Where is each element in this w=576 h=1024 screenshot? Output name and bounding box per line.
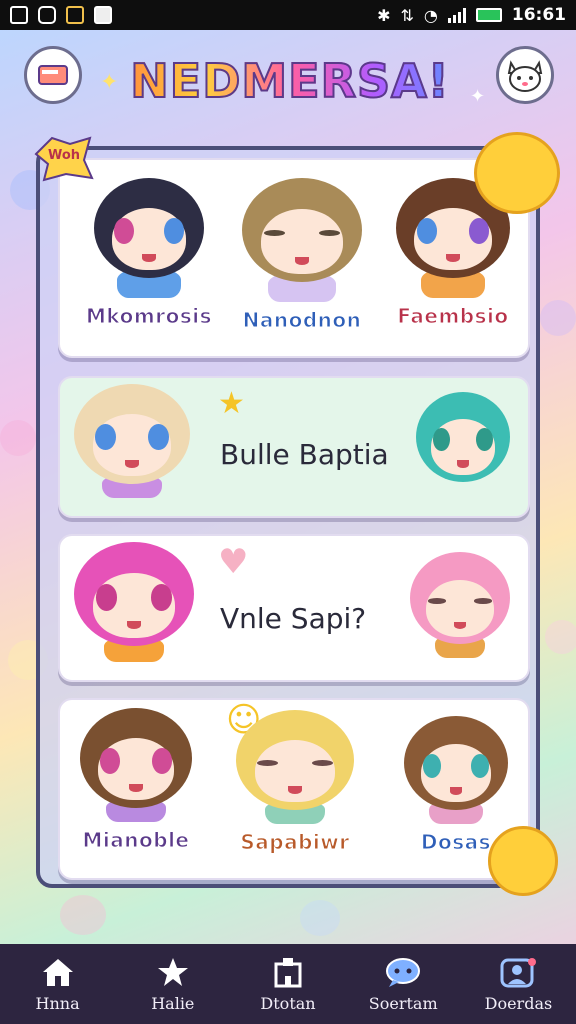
data-icon: ⇅ [400,5,414,25]
battery-icon [475,8,502,22]
character-card[interactable]: Mianoble ☺ Sapabiwr Dosas [58,698,530,880]
wifi-icon: ◔ [423,5,438,25]
character-name: Nanodnon [242,308,362,333]
nav-item-favorites[interactable]: Halie [115,944,230,1024]
chat-icon [386,957,421,987]
nav-item-chat[interactable]: Soertam [346,944,461,1024]
character-avatar [74,542,194,646]
phrase-text: Vnle Sapi? [220,602,367,635]
profile-cat-button[interactable] [496,46,554,104]
phrase-card[interactable]: ♥ Vnle Sapi? [58,534,530,682]
home-icon [42,958,73,986]
nav-item-home[interactable]: Hnna [0,944,115,1024]
character-name: Faembsio [397,304,509,329]
app-title: NEDMERSA! [120,53,460,109]
star-icon [157,957,188,986]
phrase-card[interactable]: ★ Bulle Baptia [58,376,530,518]
character-item[interactable] [74,384,190,498]
signal-icon [447,7,466,23]
status-time: 16:61 [511,5,566,25]
sparkle-icon: ✦ [100,70,119,95]
character-item[interactable]: Nanodnon [242,178,362,333]
nav-label: Hnna [35,993,80,1013]
character-card[interactable]: Mkomrosis Nanodnon Faembsio [58,158,530,358]
character-avatar [242,178,362,282]
character-avatar [410,552,510,644]
nav-label: Dtotan [260,993,316,1013]
message-icon [94,6,112,24]
character-avatar [404,716,508,810]
sparkle-icon: ✦ [470,86,486,107]
ticket-icon [38,65,68,85]
bottom-navigation: Hnna Halie Dtotan Soertam Doerdas [0,944,576,1024]
character-item[interactable]: Mkomrosis [85,178,213,329]
character-item[interactable] [416,392,510,482]
character-item[interactable] [74,542,194,662]
character-name: Mianoble [82,828,190,853]
heart-eyes-emoji-icon [474,132,560,214]
badge-text: Woh [48,148,81,163]
character-item[interactable]: Dosas [404,716,508,855]
nav-item-profile[interactable]: Doerdas [461,944,576,1024]
nav-label: Soertam [368,993,438,1013]
smiley-emoji-icon [488,826,558,896]
nav-label: Halie [151,993,195,1013]
status-bar: ✱ ⇅ ◔ 16:61 [0,0,576,30]
heart-icon: ♥ [218,542,249,582]
character-avatar [80,708,192,808]
character-item[interactable]: Sapabiwr [236,710,354,855]
phrase-text: Bulle Baptia [220,438,389,471]
gallery-icon [10,6,28,24]
character-item[interactable] [410,552,510,658]
profile-icon [500,957,537,987]
character-avatar [94,178,204,278]
character-avatar [236,710,354,810]
character-avatar [74,384,190,484]
menu-button[interactable] [24,46,82,104]
cat-face-icon [507,60,543,92]
character-panel: Mkomrosis Nanodnon Faembsio ★ Bulle Bapt… [36,146,540,888]
app-icon [38,6,56,24]
nav-label: Doerdas [484,993,553,1013]
star-icon: ★ [218,386,245,421]
nav-item-store[interactable]: Dtotan [230,944,345,1024]
app-header: NEDMERSA! ✦ ✦ [0,30,576,140]
character-name: Sapabiwr [240,830,350,855]
notification-icon [66,6,84,24]
badge-sticker: Woh [30,134,96,184]
character-avatar [416,392,510,482]
character-item[interactable]: Mianoble [80,708,192,853]
character-name: Mkomrosis [85,304,213,329]
building-icon [274,957,302,987]
character-name: Dosas [420,830,492,855]
bluetooth-icon: ✱ [377,5,391,25]
